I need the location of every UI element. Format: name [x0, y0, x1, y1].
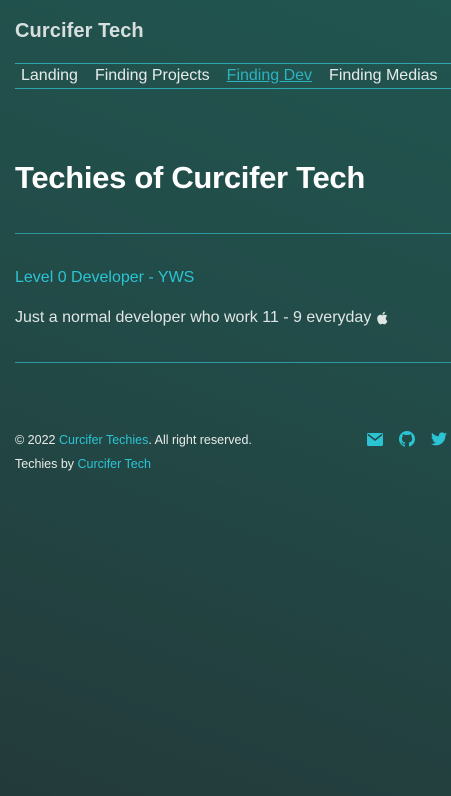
site-title[interactable]: Curcifer Tech [15, 20, 144, 43]
social-links [367, 431, 447, 447]
footer-credit: Techies by Curcifer Tech [15, 457, 151, 471]
nav-item-finding-projects[interactable]: Finding Projects [95, 67, 210, 85]
divider [15, 233, 451, 234]
techie-bio: Just a normal developer who work 11 - 9 … [15, 309, 388, 327]
footer-copyright: © 2022 Curcifer Techies. All right reser… [15, 433, 252, 447]
copyright-suffix: . All right reserved. [148, 433, 252, 447]
techie-name-link[interactable]: Level 0 Developer - YWS [15, 269, 194, 287]
curcifer-tech-link[interactable]: Curcifer Tech [78, 457, 151, 471]
page-title: Techies of Curcifer Tech [15, 160, 365, 195]
copyright-prefix: © 2022 [15, 433, 59, 447]
envelope-icon[interactable] [367, 431, 383, 447]
credit-prefix: Techies by [15, 457, 78, 471]
techie-bio-text: Just a normal developer who work 11 - 9 … [15, 309, 372, 326]
github-icon[interactable] [399, 431, 415, 447]
nav-item-landing[interactable]: Landing [21, 67, 78, 85]
main-nav: Landing Finding Projects Finding Dev Fin… [15, 63, 451, 89]
twitter-icon[interactable] [431, 431, 447, 447]
nav-item-finding-dev[interactable]: Finding Dev [227, 67, 312, 85]
curcifer-techies-link[interactable]: Curcifer Techies [59, 433, 148, 447]
nav-item-finding-medias[interactable]: Finding Medias [329, 67, 438, 85]
divider [15, 362, 451, 363]
apple-icon [377, 311, 388, 325]
